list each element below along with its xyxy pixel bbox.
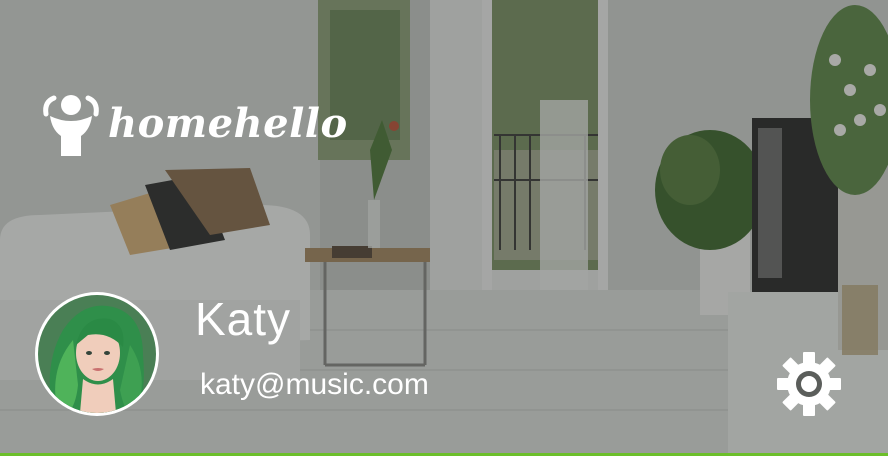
gear-icon: [777, 352, 841, 416]
user-avatar-photo: [38, 295, 156, 413]
user-name: Katy: [195, 293, 292, 345]
app-logo: homehello: [40, 92, 348, 158]
user-email: katy@music.com: [200, 368, 429, 401]
person-arms-up-icon: [43, 95, 99, 156]
avatar[interactable]: [35, 292, 159, 416]
settings-button[interactable]: [775, 350, 843, 418]
profile-header: homehello Katy katy@music.com: [0, 0, 888, 456]
brand-name: homehello: [108, 99, 348, 147]
